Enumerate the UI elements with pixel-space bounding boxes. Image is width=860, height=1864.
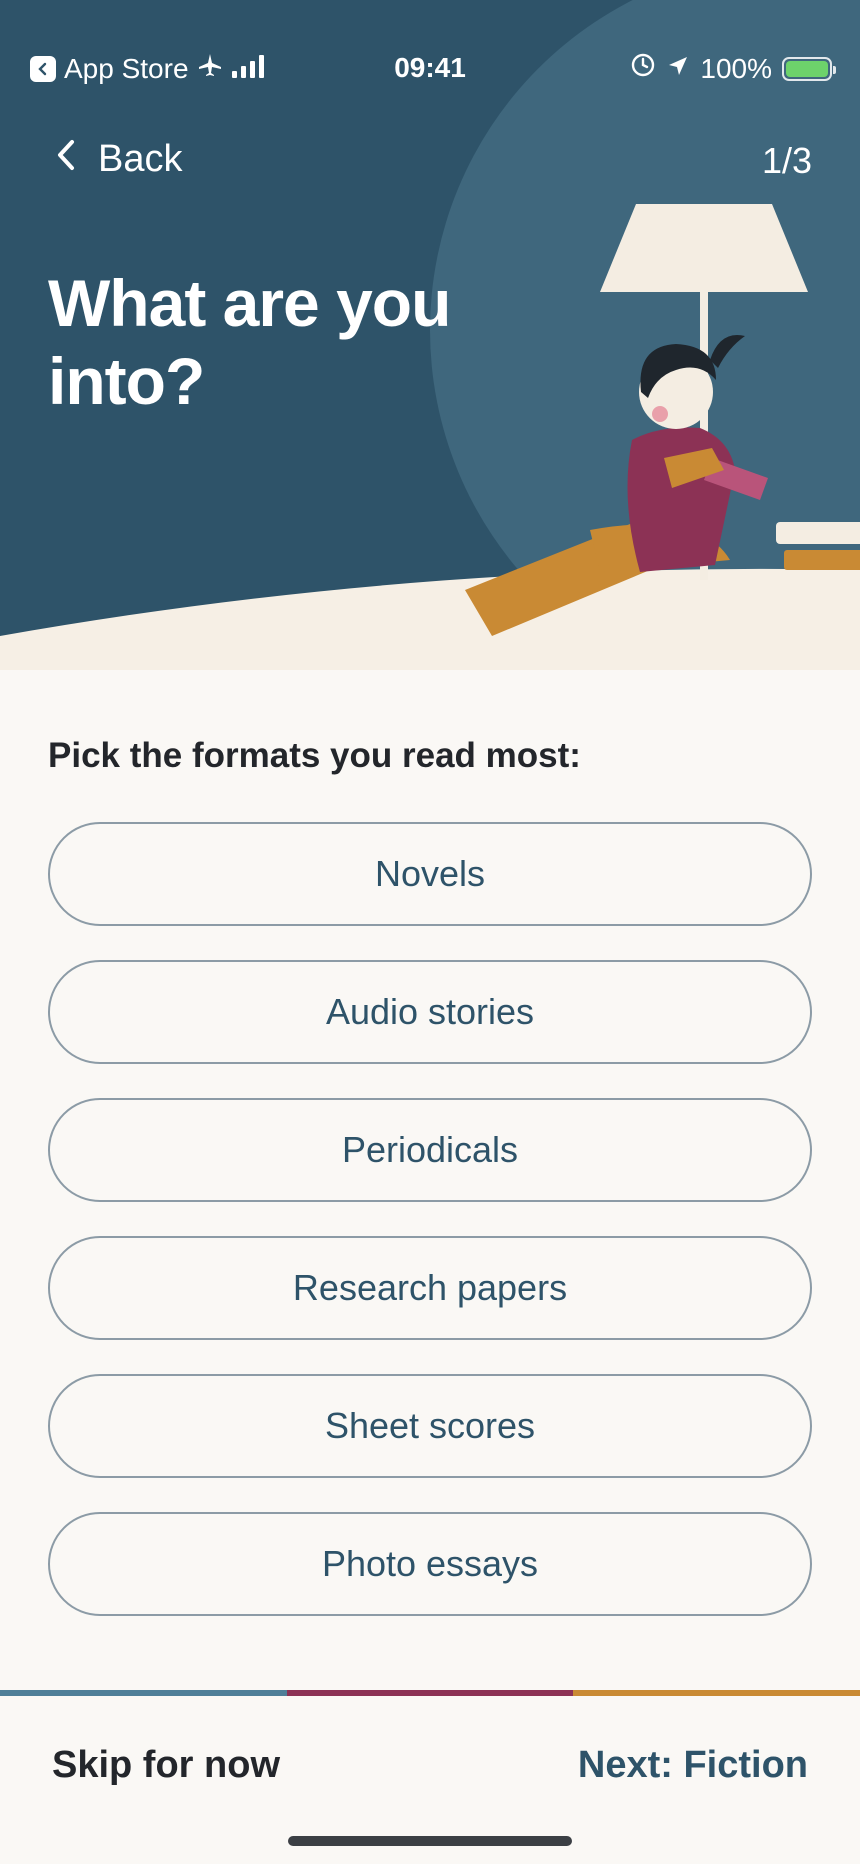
- step-counter: 1/3: [761, 140, 812, 181]
- chevron-left-icon: [56, 138, 76, 181]
- back-label: Back: [98, 138, 183, 180]
- status-right: 100%: [630, 52, 836, 85]
- battery-icon: [782, 56, 836, 81]
- option-photo-essays[interactable]: Photo essays: [48, 1512, 812, 1616]
- option-novels[interactable]: Novels: [48, 822, 812, 926]
- location-arrow-icon: [666, 53, 690, 85]
- skip-button[interactable]: Skip for now: [52, 1744, 280, 1787]
- battery-percent: 100%: [700, 52, 772, 84]
- status-bar: App Store 09:41 100%: [0, 0, 860, 100]
- back-button[interactable]: Back: [56, 138, 182, 181]
- option-sheet-scores[interactable]: Sheet scores: [48, 1374, 812, 1478]
- option-research-papers[interactable]: Research papers: [48, 1236, 812, 1340]
- option-audio-stories[interactable]: Audio stories: [48, 960, 812, 1064]
- page-title: What are you into?: [48, 266, 451, 418]
- alarm-icon: [630, 52, 656, 85]
- hero-banner: App Store 09:41 100% Back 1/3 What are y…: [0, 0, 860, 670]
- format-prompt: Pick the formats you read most:: [48, 736, 581, 775]
- option-periodicals[interactable]: Periodicals: [48, 1098, 812, 1202]
- home-indicator: [288, 1836, 572, 1846]
- next-button[interactable]: Next: Fiction: [578, 1744, 808, 1787]
- format-options: Novels Audio stories Periodicals Researc…: [48, 822, 812, 1650]
